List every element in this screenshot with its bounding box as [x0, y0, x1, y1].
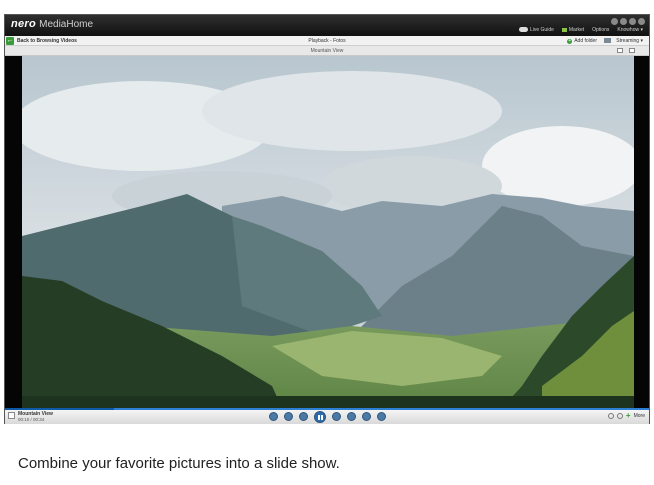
streaming-menu[interactable]: Streaming ▾	[616, 38, 643, 44]
fullscreen-toggle-icon[interactable]	[376, 412, 386, 421]
options-link[interactable]: Options	[592, 27, 609, 33]
photo-viewer	[5, 56, 649, 408]
plus-icon: +	[567, 38, 573, 44]
page-title: Playback - Fotos	[308, 38, 346, 44]
repeat-icon[interactable]	[283, 412, 293, 421]
rotate-right-icon[interactable]	[616, 413, 623, 419]
market-link[interactable]: Market	[561, 27, 584, 33]
devices-icon[interactable]	[604, 38, 611, 43]
window-controls	[611, 18, 645, 25]
progress-bar[interactable]	[5, 408, 114, 410]
add-folder-button[interactable]: + Add folder	[567, 38, 597, 44]
sub-toolbar: Mountain View	[5, 46, 649, 56]
mountain-photo	[22, 56, 634, 408]
add-icon[interactable]: +	[626, 412, 631, 420]
toggle-icon	[518, 27, 528, 33]
settings-button[interactable]	[620, 18, 627, 25]
minimize-button[interactable]	[611, 18, 618, 25]
fullscreen-icon[interactable]	[617, 48, 623, 53]
maximize-button[interactable]	[629, 18, 636, 25]
live-guide-toggle[interactable]: Live Guide	[518, 27, 554, 33]
app-window: nero MediaHome Live Guide Market Options…	[4, 14, 650, 424]
knowhow-menu[interactable]: Knowhow ▾	[617, 27, 643, 33]
next-icon[interactable]	[331, 412, 341, 421]
previous-icon[interactable]	[298, 412, 308, 421]
more-button[interactable]: More	[634, 413, 645, 419]
navigation-bar: ← Back to Browsing Videos Playback - Fot…	[5, 36, 649, 46]
player-bar: Mountain View 00:10 / 00:34 + More	[5, 408, 649, 424]
right-controls: + More	[607, 412, 645, 420]
top-menu: Live Guide Market Options Knowhow ▾	[518, 27, 643, 33]
zoom-icon[interactable]	[361, 412, 371, 421]
rotate-left-icon[interactable]	[607, 413, 614, 419]
stop-icon[interactable]	[346, 412, 356, 421]
grid-view-icon[interactable]	[629, 48, 635, 53]
close-button[interactable]	[638, 18, 645, 25]
pause-icon[interactable]	[313, 411, 326, 423]
title-bar: nero MediaHome Live Guide Market Options…	[5, 15, 649, 36]
shuffle-icon[interactable]	[268, 412, 278, 421]
playback-controls	[5, 411, 649, 423]
app-logo: nero MediaHome	[11, 18, 94, 30]
photo-title: Mountain View	[310, 48, 344, 54]
cart-icon	[561, 27, 567, 32]
caption-text: Combine your favorite pictures into a sl…	[18, 455, 340, 472]
